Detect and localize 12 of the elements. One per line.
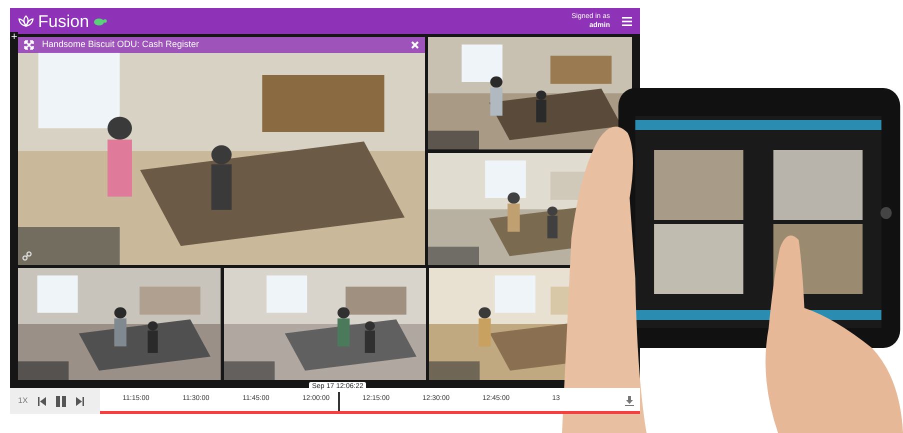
pause-icon[interactable] <box>56 396 66 406</box>
expand-icon[interactable] <box>24 40 34 50</box>
close-icon[interactable] <box>411 41 419 49</box>
speed-button[interactable]: 1X <box>18 395 28 407</box>
menu-icon[interactable] <box>622 16 632 26</box>
skip-back-icon[interactable] <box>38 396 46 406</box>
app-logo-text: Fusion <box>38 12 90 30</box>
skip-forward-icon[interactable] <box>76 396 84 406</box>
lotus-logo-icon <box>18 15 34 27</box>
link-icon[interactable] <box>22 251 32 261</box>
turtle-icon <box>93 16 108 26</box>
camera-title: Handsome Biscuit ODU: Cash Register <box>42 38 200 52</box>
